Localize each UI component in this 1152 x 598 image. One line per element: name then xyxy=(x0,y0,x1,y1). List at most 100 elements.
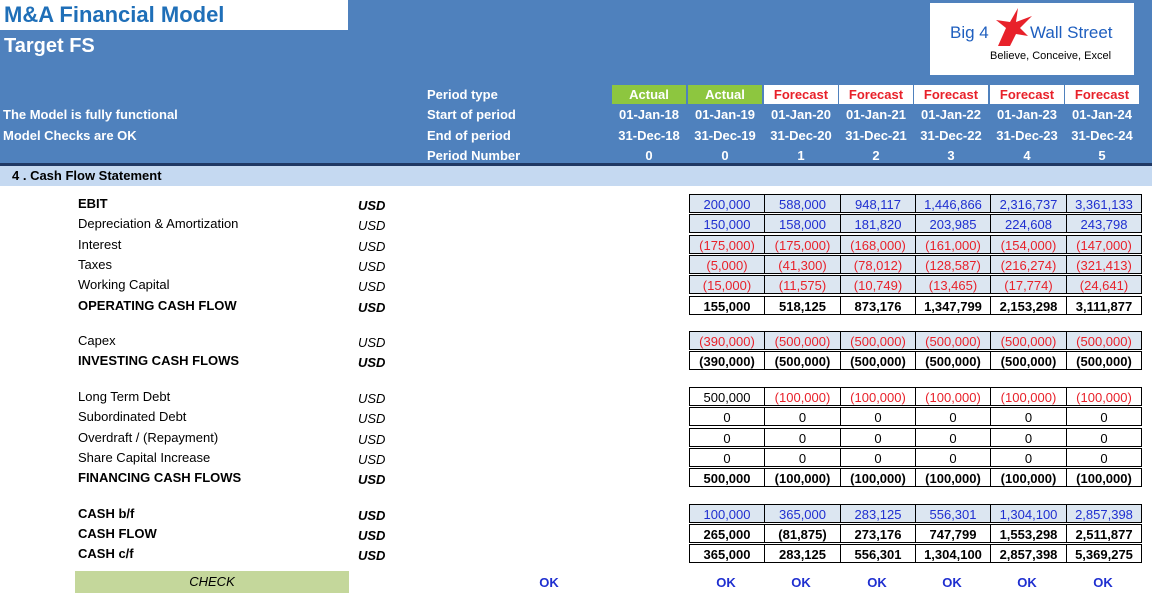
table-cell: 365,000 xyxy=(689,544,765,563)
table-cell: (500,000) xyxy=(1066,351,1142,370)
period-type-cell: Forecast xyxy=(990,85,1064,104)
check-ok: OK xyxy=(867,575,887,590)
section-header: 4 . Cash Flow Statement xyxy=(0,166,1152,186)
row-unit: USD xyxy=(358,259,386,274)
table-cell: 518,125 xyxy=(764,296,841,315)
table-cell: 1,446,866 xyxy=(915,194,991,213)
period-start-cell: 01-Jan-19 xyxy=(695,107,755,122)
table-cell: 365,000 xyxy=(764,504,841,523)
table-cell: 273,176 xyxy=(840,524,916,543)
row-unit: USD xyxy=(358,528,386,543)
row-label: Interest xyxy=(78,237,122,252)
table-cell: (100,000) xyxy=(990,387,1067,406)
status-checks: Model Checks are OK xyxy=(3,128,137,143)
table-cell: 0 xyxy=(1066,407,1142,426)
row-label: CASH c/f xyxy=(78,546,134,561)
table-cell: 0 xyxy=(1066,448,1142,467)
table-cell: 588,000 xyxy=(764,194,841,213)
logo-tagline: Believe, Conceive, Excel xyxy=(990,50,1112,62)
table-cell: 873,176 xyxy=(840,296,916,315)
table-cell: 155,000 xyxy=(689,296,765,315)
table-cell: (161,000) xyxy=(915,235,991,254)
table-cell: (100,000) xyxy=(1066,387,1142,406)
model-subtitle: Target FS xyxy=(4,35,95,57)
check-ok: OK xyxy=(791,575,811,590)
table-cell: (175,000) xyxy=(764,235,841,254)
table-cell: (128,587) xyxy=(915,255,991,274)
label-start-period: Start of period xyxy=(427,107,516,122)
table-cell: 1,304,100 xyxy=(915,544,991,563)
status-functional: The Model is fully functional xyxy=(3,107,178,122)
table-cell: (390,000) xyxy=(689,351,765,370)
period-start-cell: 01-Jan-21 xyxy=(846,107,906,122)
table-cell: (390,000) xyxy=(689,331,765,350)
table-cell: 0 xyxy=(915,448,991,467)
table-cell: 0 xyxy=(840,407,916,426)
period-type-cell: Forecast xyxy=(914,85,988,104)
period-number-cell: 4 xyxy=(1023,148,1031,163)
table-cell: 1,553,298 xyxy=(990,524,1067,543)
table-cell: 0 xyxy=(689,428,765,447)
period-type-cell: Actual xyxy=(688,85,762,104)
row-unit: USD xyxy=(358,198,386,213)
row-unit: USD xyxy=(358,218,386,233)
table-cell: 2,153,298 xyxy=(990,296,1067,315)
row-unit: USD xyxy=(358,355,386,370)
period-end-cell: 31-Dec-24 xyxy=(1071,128,1133,143)
table-cell: 200,000 xyxy=(689,194,765,213)
table-cell: 0 xyxy=(990,428,1067,447)
logo-text-left: Big 4 xyxy=(950,23,989,42)
model-title: M&A Financial Model xyxy=(4,2,225,27)
period-end-cell: 31-Dec-23 xyxy=(996,128,1058,143)
table-cell: 150,000 xyxy=(689,214,765,233)
table-cell: 243,798 xyxy=(1066,214,1142,233)
row-unit: USD xyxy=(358,432,386,447)
table-cell: (17,774) xyxy=(990,275,1067,294)
period-type-cell: Forecast xyxy=(764,85,838,104)
table-cell: (500,000) xyxy=(840,331,916,350)
row-label: Working Capital xyxy=(78,277,170,292)
row-label: Subordinated Debt xyxy=(78,409,187,424)
period-start-cell: 01-Jan-24 xyxy=(1072,107,1132,122)
period-start-cell: 01-Jan-23 xyxy=(997,107,1057,122)
table-cell: 556,301 xyxy=(840,544,916,563)
table-cell: 556,301 xyxy=(915,504,991,523)
row-unit: USD xyxy=(358,300,386,315)
table-cell: (100,000) xyxy=(840,468,916,487)
table-cell: (5,000) xyxy=(689,255,765,274)
table-cell: 500,000 xyxy=(689,468,765,487)
table-cell: (500,000) xyxy=(915,331,991,350)
table-cell: (500,000) xyxy=(764,351,841,370)
table-cell: 500,000 xyxy=(689,387,765,406)
table-cell: (24,641) xyxy=(1066,275,1142,294)
table-cell: 283,125 xyxy=(840,504,916,523)
row-unit: USD xyxy=(358,472,386,487)
logo: Big 4 Wall Street Believe, Conceive, Exc… xyxy=(930,3,1134,75)
table-cell: 1,304,100 xyxy=(990,504,1067,523)
table-cell: 3,111,877 xyxy=(1066,296,1142,315)
row-unit: USD xyxy=(358,411,386,426)
check-ok: OK xyxy=(716,575,736,590)
period-number-cell: 5 xyxy=(1098,148,1106,163)
row-label: Overdraft / (Repayment) xyxy=(78,430,219,445)
table-cell: 0 xyxy=(689,448,765,467)
table-cell: (100,000) xyxy=(764,387,841,406)
label-period-number: Period Number xyxy=(427,148,521,163)
title-box: M&A Financial Model xyxy=(0,0,348,30)
table-cell: 2,511,877 xyxy=(1066,524,1142,543)
row-label: EBIT xyxy=(78,196,108,211)
period-end-cell: 31-Dec-20 xyxy=(770,128,832,143)
period-start-cell: 01-Jan-20 xyxy=(771,107,831,122)
check-label: CHECK xyxy=(75,571,349,593)
row-label: CASH FLOW xyxy=(78,526,157,541)
period-start-cell: 01-Jan-18 xyxy=(619,107,679,122)
table-cell: (10,749) xyxy=(840,275,916,294)
table-cell: 948,117 xyxy=(840,194,916,213)
row-unit: USD xyxy=(358,508,386,523)
row-label: Capex xyxy=(78,333,116,348)
table-cell: (13,465) xyxy=(915,275,991,294)
label-period-type: Period type xyxy=(427,87,498,102)
table-cell: (500,000) xyxy=(915,351,991,370)
table-cell: 158,000 xyxy=(764,214,841,233)
row-label: Depreciation & Amortization xyxy=(78,216,239,231)
